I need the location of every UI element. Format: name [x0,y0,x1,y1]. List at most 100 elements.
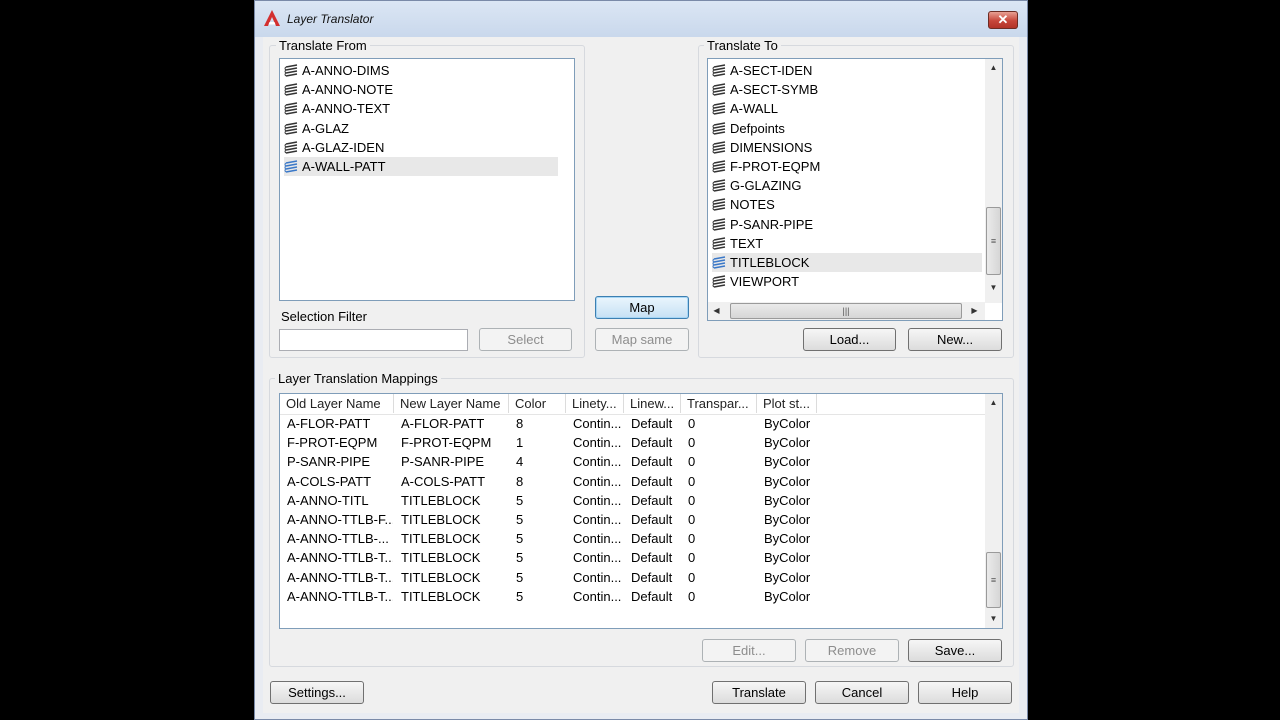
layer-list-item[interactable]: P-SANR-PIPE [712,215,982,234]
scroll-down-icon[interactable]: ▼ [985,279,1002,296]
layer-list-item[interactable]: A-GLAZ-IDEN [284,138,558,157]
layer-name: TEXT [730,235,764,251]
table-cell: 0 [688,588,696,604]
cancel-button[interactable]: Cancel [815,681,909,704]
table-row[interactable]: P-SANR-PIPE P-SANR-PIPE 4 Contin... Default 0… [280,452,985,471]
autocad-logo-icon [264,10,280,26]
scroll-right-icon[interactable]: ▶ [966,302,983,319]
scrollbar-thumb[interactable]: ≡ [986,552,1001,608]
table-cell: P-SANR-PIPE [287,454,371,470]
layer-stack-icon [712,237,726,250]
layer-list-item[interactable]: A-SECT-IDEN [712,61,982,80]
table-row[interactable]: F-PROT-EQPM F-PROT-EQPM 1 Contin... Default 0… [280,433,985,452]
horizontal-scrollbar-thumb[interactable]: ||| [730,303,962,319]
layer-name: A-ANNO-TEXT [302,101,391,117]
layer-list-item[interactable]: A-WALL-PATT [284,157,558,176]
layer-stack-icon [712,217,726,231]
table-cell: P-SANR-PIPE [401,454,485,470]
layer-name: G-GLAZING [730,178,802,194]
layer-list-item[interactable]: Defpoints [712,119,982,138]
layer-list-item[interactable]: TEXT [712,234,982,253]
table-cell: 0 [688,512,696,527]
translate-button[interactable]: Translate [712,681,806,704]
table-cell: A-FLOR-PATT [401,416,485,431]
table-cell: Contin... [573,512,622,527]
map-button[interactable]: Map [595,296,689,319]
layer-list-item[interactable]: A-ANNO-DIMS [284,61,558,80]
table-cell: Contin... [573,454,622,470]
load-button[interactable]: Load... [803,328,896,351]
table-row[interactable]: A-ANNO-TTLB-T... TITLEBLOCK 5 Contin... Defa… [280,587,985,606]
column-header[interactable]: Transpar... [681,394,757,413]
layer-list-item[interactable]: DIMENSIONS [712,138,982,157]
title-bar[interactable]: Layer Translator ✕ [255,1,1027,37]
table-row[interactable]: A-COLS-PATT A-COLS-PATT 8 Contin... Default 0… [280,472,985,491]
table-cell: Contin... [573,531,622,547]
layer-stack-icon [712,102,726,116]
close-button[interactable]: ✕ [988,11,1018,29]
table-row[interactable]: A-ANNO-TTLB-T... TITLEBLOCK 5 Contin... Defa… [280,568,985,587]
remove-button[interactable]: Remove [805,639,899,662]
table-cell: A-FLOR-PATT [287,416,371,431]
scroll-up-icon[interactable]: ▲ [985,59,1002,76]
new-button[interactable]: New... [908,328,1002,351]
translate-from-list[interactable]: A-ANNO-DIMS A-ANNO-NOTE A-ANNO-TEXT A-GLAZ A… [279,58,575,301]
table-cell: Contin... [573,569,622,585]
layer-stack-icon [712,160,726,173]
layer-name: A-GLAZ [302,120,349,136]
table-row[interactable]: A-ANNO-TTLB-T... TITLEBLOCK 5 Contin... Defa… [280,548,985,567]
table-row[interactable]: A-ANNO-TTLB-F... TITLEBLOCK 5 Contin... Defa… [280,510,985,529]
layer-list-item[interactable]: A-SECT-SYMB [712,80,982,99]
save-button[interactable]: Save... [908,639,1002,662]
layer-name: DIMENSIONS [730,139,813,155]
layer-list-item[interactable]: TITLEBLOCK [712,253,982,272]
selection-filter-input[interactable] [279,329,468,351]
column-header[interactable]: New Layer Name [394,394,509,413]
layer-list-item[interactable]: A-ANNO-TEXT [284,99,558,118]
layer-name: A-ANNO-DIMS [302,63,390,78]
layer-list-item[interactable]: F-PROT-EQPM [712,157,982,176]
translate-to-list[interactable]: A-SECT-IDEN A-SECT-SYMB A-WALL Defpoints DIM… [707,58,1003,321]
map-same-button[interactable]: Map same [595,328,689,351]
column-header[interactable]: Plot st... [757,394,817,413]
settings-button[interactable]: Settings... [270,681,364,704]
layer-list-item[interactable]: NOTES [712,195,982,214]
layer-name: VIEWPORT [730,274,800,290]
table-cell: 0 [688,531,696,547]
table-cell: ByColor [764,550,811,566]
select-button[interactable]: Select [479,328,572,351]
column-header[interactable]: Color [509,394,566,413]
translate-to-vertical-scrollbar[interactable]: ▲ ≡ ▼ [985,59,1002,303]
layer-list-item[interactable]: A-ANNO-NOTE [284,80,558,99]
mappings-vertical-scrollbar[interactable]: ▲ ≡ ▼ [985,394,1002,628]
layer-list-item[interactable]: G-GLAZING [712,176,982,195]
table-cell: A-ANNO-TTLB-T... [287,550,393,566]
layer-list-item[interactable]: VIEWPORT [712,272,982,291]
edit-button[interactable]: Edit... [702,639,796,662]
layer-name: P-SANR-PIPE [730,216,814,232]
column-header[interactable]: Linety... [566,394,624,413]
scroll-up-icon[interactable]: ▲ [985,394,1002,411]
mappings-table-header: Old Layer Name New Layer Name Color Linety.… [280,394,985,415]
layer-list-item[interactable]: A-WALL [712,99,982,118]
table-cell: Contin... [573,588,622,604]
scrollbar-thumb[interactable]: ≡ [986,207,1001,275]
layer-stack-icon [712,64,726,77]
table-row[interactable]: A-ANNO-TTLB-... TITLEBLOCK 5 Contin... Defau… [280,529,985,548]
layer-name: A-GLAZ-IDEN [302,139,385,155]
table-cell: 5 [516,512,524,527]
layer-stack-icon [712,121,726,135]
table-row[interactable]: A-ANNO-TITL TITLEBLOCK 5 Contin... Default 0 B… [280,491,985,510]
mappings-table[interactable]: Old Layer Name New Layer Name Color Linety.… [279,393,1003,629]
scroll-down-icon[interactable]: ▼ [985,610,1002,627]
selection-filter-label: Selection Filter [278,309,370,324]
table-row[interactable]: A-FLOR-PATT A-FLOR-PATT 8 Contin... Default 0… [280,414,985,433]
column-header[interactable]: Linew... [624,394,681,413]
table-cell: Default [631,473,673,489]
scroll-left-icon[interactable]: ◀ [708,302,725,319]
help-button[interactable]: Help [918,681,1012,704]
column-header[interactable]: Old Layer Name [280,394,394,413]
table-cell: F-PROT-EQPM [401,435,492,451]
translate-to-horizontal-scrollbar[interactable]: ◀ ||| ▶ [708,302,985,320]
layer-list-item[interactable]: A-GLAZ [284,119,558,138]
